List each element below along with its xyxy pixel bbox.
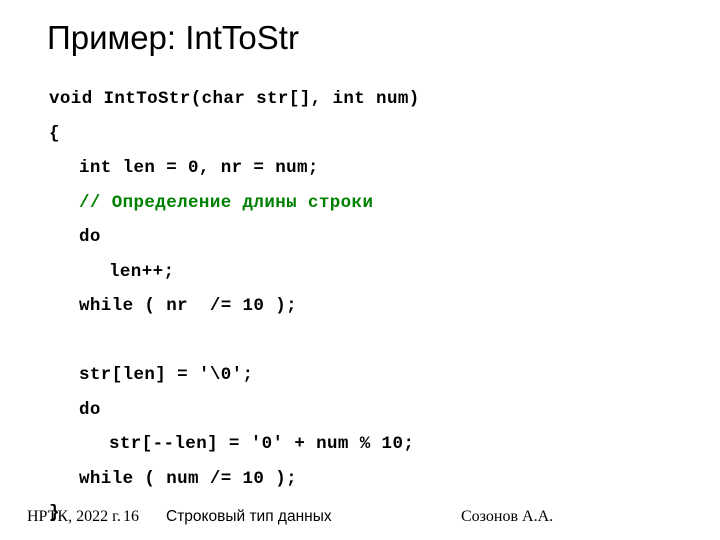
page-title: Пример: IntToStr: [47, 19, 299, 56]
footer: НРТК, 2022 г. 16 Строковый тип данных Со…: [0, 508, 720, 540]
code-line: len++;: [109, 261, 175, 282]
code-line: int len = 0, nr = num;: [79, 158, 319, 178]
code-line: while ( nr /= 10 );: [79, 296, 298, 316]
code-line: while ( num /= 10 );: [79, 468, 298, 489]
code-line: void IntToStr(char str[], int num): [49, 89, 420, 109]
code-line: do: [79, 227, 101, 247]
code-line: str[len] = '\0';: [79, 365, 254, 385]
code-line: do: [79, 399, 101, 420]
code-line: {: [49, 123, 60, 144]
code-line: // Определение длины строки: [79, 192, 374, 213]
footer-organization: НРТК, 2022 г.: [27, 508, 121, 525]
code-block: void IntToStr(char str[], int num) { int l…: [49, 82, 669, 531]
code-line: str[--len] = '0' + num % 10;: [109, 434, 415, 454]
footer-page-number: 16: [123, 508, 139, 525]
slide: Пример: IntToStr void IntToStr(char str[…: [0, 0, 720, 540]
footer-author: Созонов А.А.: [461, 508, 554, 525]
footer-section-title: Строковый тип данных: [166, 508, 332, 525]
